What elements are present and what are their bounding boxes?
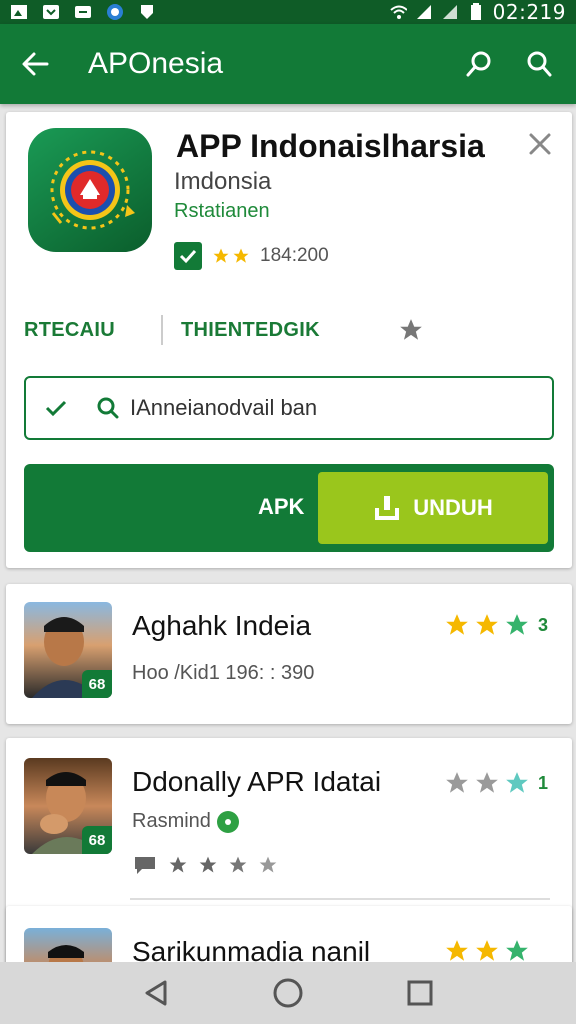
item-title: Aghahk Indeia — [132, 610, 312, 641]
star-icon — [169, 856, 187, 873]
comment-icon — [135, 857, 155, 874]
status-bar: 02:219 — [0, 0, 576, 24]
signal-icon — [415, 4, 433, 20]
rating-meta-row: 184:200 — [174, 242, 329, 270]
signal-icon-2 — [441, 4, 459, 20]
avatar — [24, 928, 112, 966]
nav-home-icon[interactable] — [270, 975, 306, 1011]
avatar: 68 — [24, 602, 112, 698]
rating-stars — [212, 247, 250, 265]
item-title: Ddonally APR Idatai — [132, 766, 382, 797]
app-bar: APOnesia — [0, 24, 576, 104]
item-rating: 3 — [444, 612, 548, 638]
nav-recents-icon[interactable] — [402, 975, 438, 1011]
item-subtitle-text: Rasmind — [132, 810, 211, 832]
rating-value: 1 — [538, 772, 549, 793]
close-icon[interactable] — [526, 130, 554, 158]
star-icon — [259, 856, 277, 873]
list-item[interactable]: 68 Aghahk Indeia Hoo /Kid1 196: : 390 3 — [6, 584, 572, 724]
search-field-icon — [96, 396, 120, 420]
sub-rating-row — [132, 854, 278, 876]
install-bar: APK UNDUH — [24, 464, 554, 552]
download-icon — [375, 496, 400, 520]
avatar-badge: 68 — [82, 826, 112, 854]
star-icon — [476, 772, 498, 793]
star-icon — [229, 856, 247, 873]
search-icon-2[interactable] — [524, 49, 554, 79]
search-icon[interactable] — [464, 49, 494, 79]
detail-tabs: RTECAIU THIENTEDGIK — [6, 308, 572, 352]
rating-count: 184:200 — [260, 245, 329, 266]
system-nav-bar — [0, 962, 576, 1024]
check-icon — [44, 396, 68, 420]
tab-second[interactable]: THIENTEDGIK — [181, 319, 320, 342]
verified-badge-icon — [216, 810, 239, 833]
app-title: APOnesia — [88, 47, 224, 80]
avatar: 68 — [24, 758, 112, 854]
notification-link-icon — [74, 4, 92, 20]
verified-check-icon — [174, 242, 202, 270]
star-icon — [446, 772, 468, 793]
star-icon — [233, 248, 249, 263]
app-logo-icon — [28, 128, 152, 252]
app-category: Imdonsia — [174, 168, 272, 195]
rating-value: 3 — [538, 614, 549, 635]
battery-icon — [467, 3, 485, 20]
back-arrow-icon[interactable] — [20, 49, 50, 79]
wifi-icon — [389, 4, 407, 20]
status-time: 02:219 — [492, 0, 566, 24]
star-icon — [476, 940, 498, 961]
download-button[interactable]: UNDUH — [318, 472, 548, 544]
app-title-text: APP Indonaislharsia — [176, 128, 485, 164]
notification-image-icon — [10, 4, 28, 20]
star-icon — [213, 248, 229, 263]
item-rating — [444, 938, 530, 964]
notification-message-icon — [42, 4, 60, 20]
tab-first[interactable]: RTECAIU — [24, 319, 115, 342]
star-icon — [506, 772, 528, 793]
star-icon — [506, 614, 528, 635]
item-subtitle: Rasmind — [132, 810, 239, 833]
notification-shield-icon — [138, 4, 156, 20]
app-developer[interactable]: Rstatianen — [174, 200, 270, 223]
star-icon — [446, 940, 468, 961]
star-icon — [476, 614, 498, 635]
star-icon — [199, 856, 217, 873]
apk-label[interactable]: APK — [258, 494, 304, 520]
star-icon — [446, 614, 468, 635]
search-input[interactable]: IAnneianodvail ban — [24, 376, 554, 440]
star-icon — [506, 940, 528, 961]
list-item[interactable]: Sarikunmadia nanil — [6, 906, 572, 966]
app-detail-card: APP Indonaislharsia Imdonsia Rstatianen … — [6, 112, 572, 568]
search-value: IAnneianodvail ban — [130, 395, 318, 420]
nav-back-icon[interactable] — [138, 975, 174, 1011]
notification-app-icon — [106, 4, 124, 20]
download-label: UNDUH — [413, 495, 493, 520]
avatar-badge: 68 — [82, 670, 112, 698]
tab-divider — [161, 315, 163, 345]
favorite-star-icon[interactable] — [396, 316, 426, 344]
item-rating: 1 — [444, 770, 548, 796]
item-subtitle: Hoo /Kid1 196: : 390 — [132, 662, 315, 684]
divider — [130, 898, 550, 900]
